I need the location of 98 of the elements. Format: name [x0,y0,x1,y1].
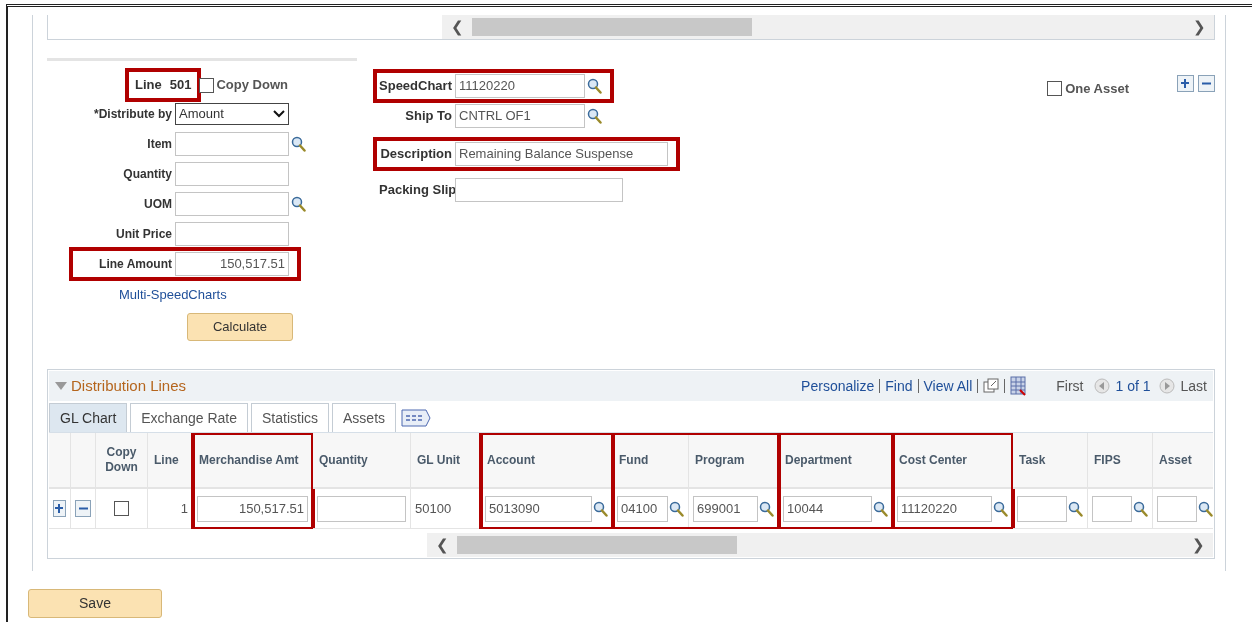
input-field[interactable]: 11120220 [455,74,585,98]
add-row-icon[interactable] [53,500,66,517]
column-header: Program [689,433,778,489]
first-label: First [1056,376,1084,396]
section-title: Distribution Lines [71,375,187,396]
search-icon[interactable] [593,500,608,517]
scroll-left-button[interactable]: ❮ [442,15,472,39]
field-label: Packing Slip [379,181,455,200]
column-header: Task [1013,433,1087,489]
search-icon[interactable] [993,500,1008,517]
calculate-button[interactable]: Calculate [187,312,293,341]
grid-link[interactable]: View All [923,375,973,397]
copy-down-checkbox[interactable] [114,501,129,516]
add-row-icon[interactable] [1177,75,1194,92]
one-asset-label: One Asset [1065,80,1129,98]
search-icon[interactable] [291,136,306,152]
scroll-right-button[interactable]: ❯ [1184,15,1214,39]
search-icon[interactable] [291,196,306,212]
column-header: FIPS [1088,433,1152,489]
divider [1004,379,1006,393]
input-field[interactable]: 150,517.51 [175,252,289,276]
field-label: Description [379,145,453,164]
input-field[interactable] [175,222,289,246]
one-asset-checkbox[interactable] [1047,81,1063,97]
save-button[interactable]: Save [28,589,162,618]
input-field[interactable] [1092,495,1132,522]
divider [977,379,979,393]
input-field[interactable] [455,178,623,202]
horizontal-scrollbar[interactable]: ❮ ❯ [427,533,1213,557]
field-label: Item [146,136,173,153]
line-number: 501 [169,76,192,95]
last-label: Last [1180,376,1207,396]
divider [879,379,881,393]
tab[interactable]: Assets [332,403,397,432]
show-all-columns-icon[interactable] [401,408,432,428]
scroll-right-button[interactable]: ❯ [1183,533,1213,557]
field-label: Unit Price [115,226,173,243]
input-field[interactable]: 5013090 [485,495,592,522]
input-field[interactable] [175,162,289,186]
input-field[interactable] [175,192,289,216]
input-field[interactable] [1017,495,1067,522]
field-label: UOM [143,196,173,213]
column-header: Copy Down [96,433,147,489]
spreadsheet-icon[interactable] [1010,376,1027,396]
field-label: Quantity [122,166,173,183]
grid-link[interactable]: Personalize [801,375,875,397]
column-header: GL Unit [411,433,480,489]
column-header: Line [148,433,192,489]
search-icon[interactable] [587,108,602,124]
input-field[interactable] [1157,495,1197,522]
scrollbar-thumb[interactable] [457,536,737,554]
horizontal-scrollbar[interactable]: ❮ ❯ [442,15,1214,39]
tab[interactable]: GL Chart [49,403,128,432]
field-label: *Distribute by [93,106,173,123]
tab[interactable]: Statistics [251,403,330,432]
tab[interactable]: Exchange Rate [130,403,248,432]
search-icon[interactable] [873,500,888,517]
new-window-icon[interactable] [983,378,1000,394]
search-icon[interactable] [1133,500,1148,517]
field-label: Line Amount [98,256,173,273]
remove-row-icon[interactable] [75,500,91,517]
input-field[interactable]: CNTRL OF1 [455,104,585,128]
column-header: Fund [613,433,688,489]
divider [917,379,919,393]
search-icon[interactable] [1198,500,1213,517]
input-field[interactable] [317,495,406,522]
search-icon[interactable] [1068,500,1083,517]
table-cell-text: 1 [180,499,188,518]
input-field[interactable]: Remaining Balance Suspense [455,142,668,166]
input-field[interactable]: 11120220 [897,495,992,522]
field-label: Ship To [404,107,453,126]
search-icon[interactable] [669,500,684,517]
column-header: Account [481,433,612,489]
table-cell-text: 50100 [415,499,452,518]
input-field[interactable]: 04100 [617,495,668,522]
copy-down-checkbox[interactable] [199,77,215,93]
column-header: Asset [1153,433,1213,489]
copy-down-label: Copy Down [216,76,288,95]
column-header: Department [779,433,892,489]
distribute-by-select[interactable]: Amount [175,103,289,125]
scrollbar-thumb[interactable] [472,18,752,36]
chevron-down-icon [273,110,285,118]
field-label: SpeedChart [379,77,453,96]
line-label: Line [135,76,162,95]
multi-speedcharts-link[interactable]: Multi-SpeedCharts [119,285,227,305]
column-header: Cost Center [893,433,1012,489]
scroll-left-button[interactable]: ❮ [427,533,457,557]
input-field[interactable] [175,132,289,156]
remove-row-icon[interactable] [1198,75,1215,92]
page-count: 1 of 1 [1115,376,1151,396]
input-field[interactable]: 699001 [693,495,758,522]
input-field[interactable]: 10044 [783,495,872,522]
column-header: Quantity [313,433,410,489]
input-field[interactable]: 150,517.51 [197,495,308,522]
search-icon[interactable] [759,500,774,517]
grid-link[interactable]: Find [885,375,913,397]
search-icon[interactable] [587,78,602,94]
column-header: Merchandise Amt [193,433,312,489]
